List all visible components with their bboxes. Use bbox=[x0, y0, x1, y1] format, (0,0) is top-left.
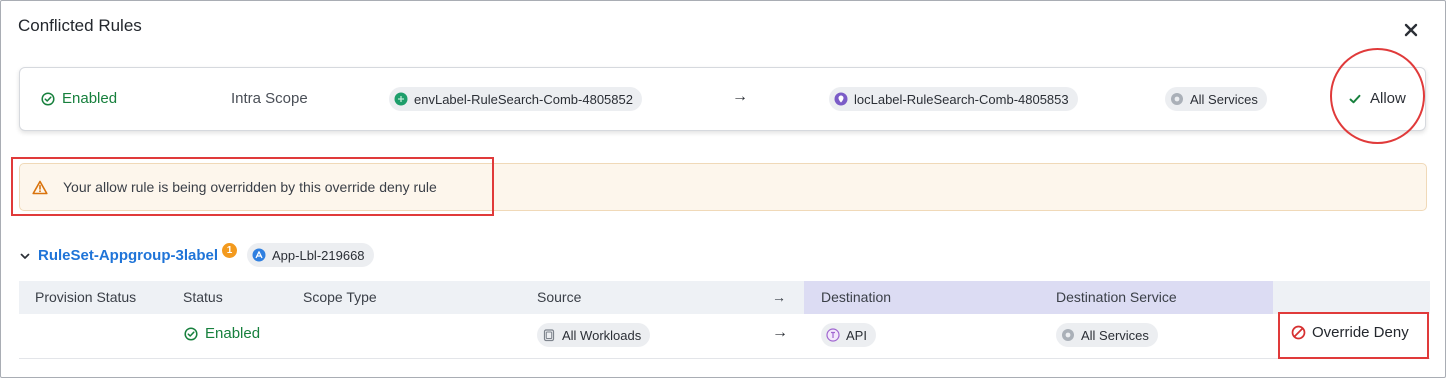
row-service-pill: All Services bbox=[1056, 323, 1158, 347]
check-circle-icon bbox=[184, 326, 198, 341]
workloads-icon bbox=[542, 328, 556, 342]
app-label-pill: App-Lbl-219668 bbox=[247, 243, 374, 267]
warning-triangle-icon bbox=[32, 180, 48, 200]
conflict-rule-card: Enabled Intra Scope envLabel-RuleSearch-… bbox=[19, 67, 1426, 131]
location-label-icon bbox=[834, 92, 848, 106]
rule-arrow: → bbox=[732, 88, 748, 105]
row-status: Enabled bbox=[184, 325, 260, 342]
rule-action: Allow bbox=[1349, 90, 1406, 107]
rule-status-label: Enabled bbox=[62, 90, 118, 107]
warning-text: Your allow rule is being overridden by t… bbox=[63, 179, 437, 195]
ruleset-badge: 1 bbox=[222, 242, 238, 258]
close-icon[interactable] bbox=[1401, 20, 1421, 40]
th-scope-type[interactable]: Scope Type bbox=[303, 289, 377, 305]
row-action-label: Override Deny bbox=[1312, 324, 1409, 341]
deny-circle-icon bbox=[1291, 325, 1306, 340]
api-label-icon bbox=[826, 328, 840, 342]
th-status[interactable]: Status bbox=[183, 289, 223, 305]
env-label-icon bbox=[394, 92, 408, 106]
check-circle-icon bbox=[41, 91, 55, 106]
row-destination-text: API bbox=[846, 327, 867, 343]
row-source-text: All Workloads bbox=[562, 327, 642, 343]
row-service-text: All Services bbox=[1081, 327, 1149, 343]
checkmark-icon bbox=[1349, 94, 1361, 103]
chevron-down-icon[interactable] bbox=[19, 249, 31, 261]
app-label-icon bbox=[252, 248, 266, 262]
services-icon bbox=[1061, 328, 1075, 342]
rule-action-label: Allow bbox=[1370, 90, 1406, 107]
ruleset-header: RuleSet-Appgroup-3label 1 App-Lbl-219668 bbox=[19, 242, 374, 268]
row-action: Override Deny bbox=[1291, 324, 1409, 341]
th-destination-service[interactable]: Destination Service bbox=[1056, 289, 1177, 305]
source-label-text: envLabel-RuleSearch-Comb-4805852 bbox=[414, 91, 633, 107]
dialog-title: Conflicted Rules bbox=[18, 16, 142, 35]
destination-label-text: locLabel-RuleSearch-Comb-4805853 bbox=[854, 91, 1069, 107]
services-pill: All Services bbox=[1165, 87, 1267, 111]
th-source[interactable]: Source bbox=[537, 289, 581, 305]
app-label-text: App-Lbl-219668 bbox=[272, 247, 365, 263]
th-destination[interactable]: Destination bbox=[821, 289, 891, 305]
rule-status: Enabled bbox=[41, 90, 117, 107]
warning-banner: Your allow rule is being overridden by t… bbox=[19, 163, 1427, 211]
row-arrow: → bbox=[772, 324, 788, 341]
row-source-pill: All Workloads bbox=[537, 323, 651, 347]
destination-label-pill: locLabel-RuleSearch-Comb-4805853 bbox=[829, 87, 1078, 111]
rule-scope: Intra Scope bbox=[231, 90, 308, 107]
row-status-label: Enabled bbox=[205, 325, 261, 342]
services-icon bbox=[1170, 92, 1184, 106]
th-arrow: → bbox=[772, 289, 786, 305]
row-destination-pill: API bbox=[821, 323, 876, 347]
th-provision-status[interactable]: Provision Status bbox=[35, 289, 136, 305]
source-label-pill: envLabel-RuleSearch-Comb-4805852 bbox=[389, 87, 642, 111]
services-text: All Services bbox=[1190, 91, 1258, 107]
ruleset-link[interactable]: RuleSet-Appgroup-3label bbox=[38, 247, 218, 264]
table-row-divider bbox=[19, 358, 1430, 359]
